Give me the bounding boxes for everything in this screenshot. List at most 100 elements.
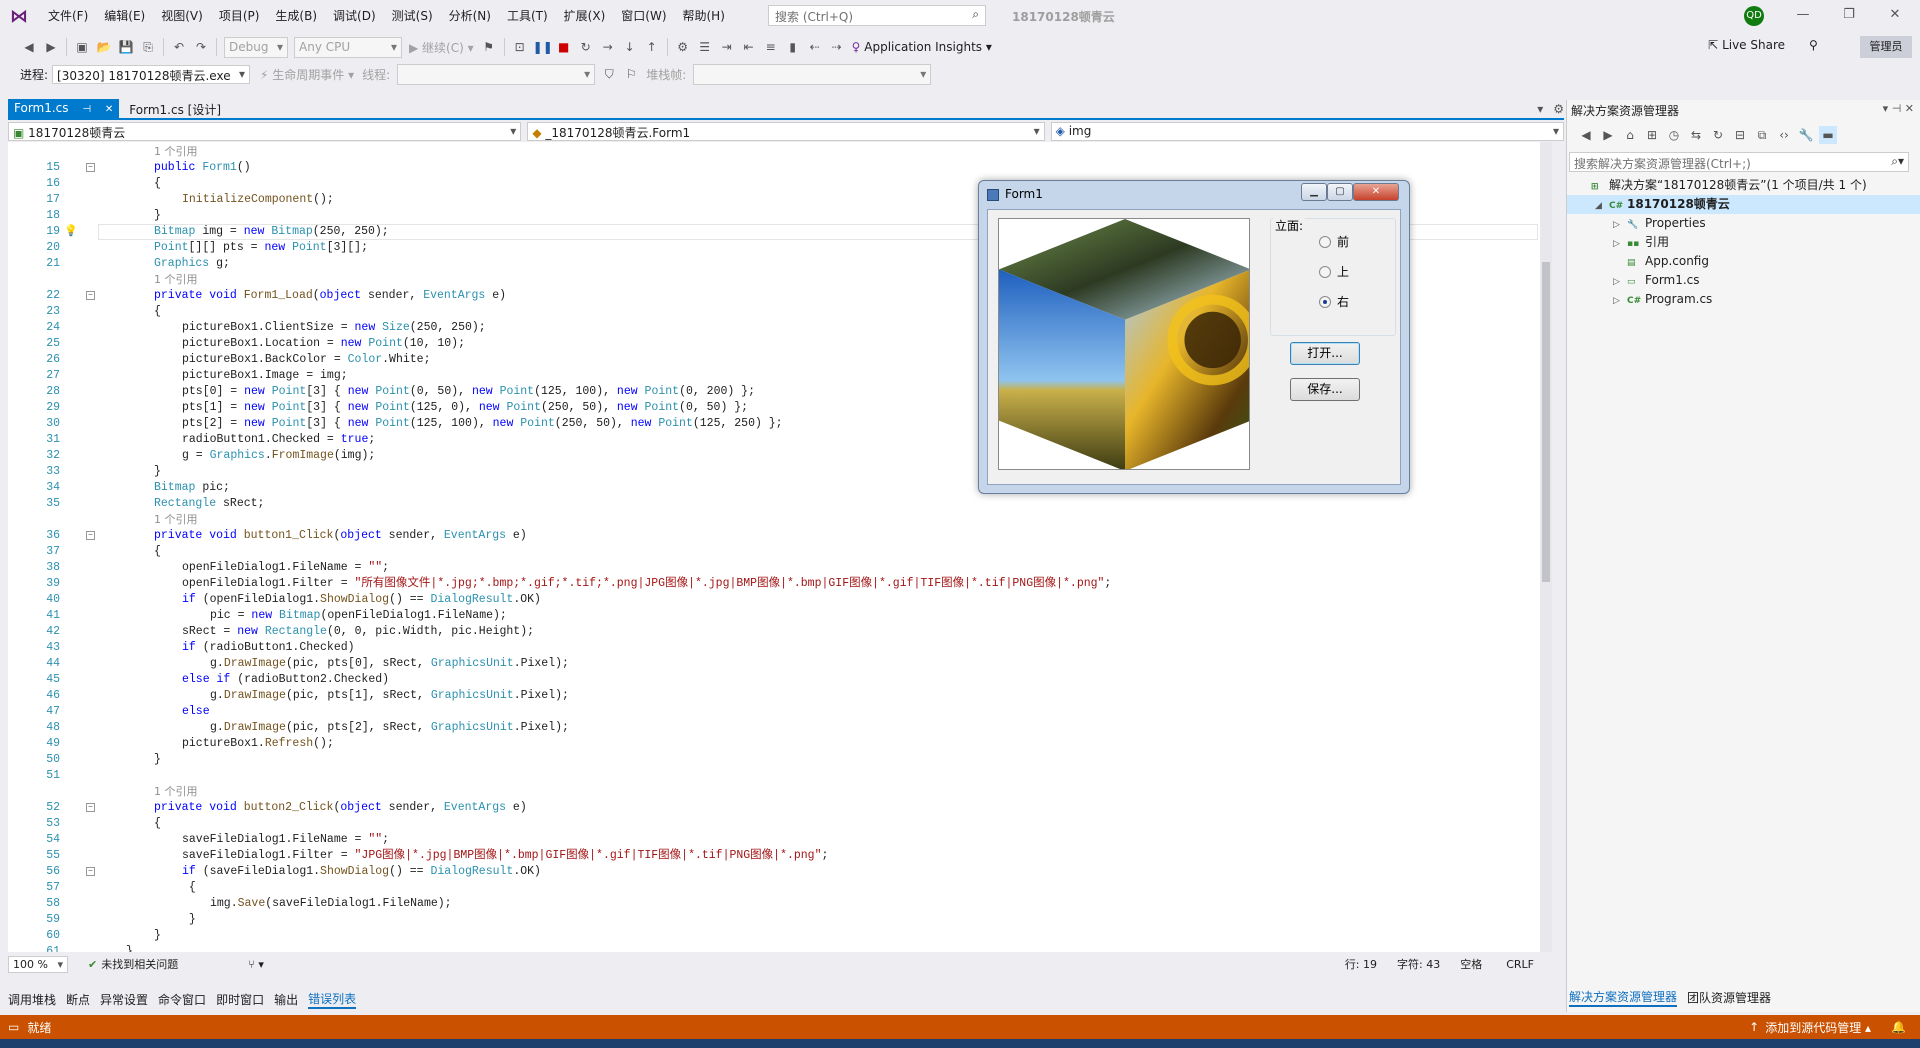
- back-icon[interactable]: ◀: [20, 38, 38, 56]
- tab-form1-designer[interactable]: Form1.cs [设计]: [123, 99, 227, 119]
- tool-tab-3[interactable]: 命令窗口: [158, 991, 206, 1008]
- preview-icon[interactable]: ▬: [1819, 126, 1837, 144]
- tree-node[interactable]: ▷ C# Program.cs: [1567, 290, 1920, 309]
- collapse-region-icon[interactable]: −: [86, 291, 95, 300]
- stack-frame-select[interactable]: [693, 63, 932, 85]
- menu-item-5[interactable]: 调试(D): [325, 0, 384, 32]
- tab-team-explorer[interactable]: 团队资源管理器: [1687, 989, 1771, 1006]
- outdent-icon[interactable]: ⇤: [740, 38, 758, 56]
- issues-status[interactable]: 未找到相关问题: [101, 956, 178, 972]
- radio-front[interactable]: 前: [1319, 233, 1349, 250]
- application-insights-button[interactable]: ♀ Application Insights ▾: [852, 40, 992, 54]
- radio-right[interactable]: 右: [1319, 293, 1349, 310]
- pending-changes-icon[interactable]: ◷: [1665, 126, 1683, 144]
- restart-icon[interactable]: ↻: [577, 38, 595, 56]
- git-branch-icon[interactable]: ⑂ ▾: [248, 958, 264, 971]
- new-project-icon[interactable]: ▣: [73, 38, 91, 56]
- tree-node[interactable]: ▷ ▭ Form1.cs: [1567, 271, 1920, 290]
- attach-icon[interactable]: ⚑: [480, 38, 498, 56]
- step-over-icon[interactable]: →: [599, 38, 617, 56]
- search-input[interactable]: 搜索 (Ctrl+Q) ⌕: [768, 5, 986, 26]
- pause-icon[interactable]: ❚❚: [533, 38, 553, 56]
- tab-list-icon[interactable]: ▾: [1537, 102, 1543, 116]
- pin-icon[interactable]: ⊣: [82, 104, 91, 115]
- process-select[interactable]: [30320] 18170128顿青云.exe: [52, 64, 251, 84]
- avatar[interactable]: QD: [1744, 6, 1764, 26]
- save-icon[interactable]: 💾: [117, 38, 135, 56]
- tab-solution-explorer[interactable]: 解决方案资源管理器: [1569, 988, 1678, 1007]
- bookmark-next-icon[interactable]: ⇢: [828, 38, 846, 56]
- sync-icon[interactable]: ⇆: [1687, 126, 1705, 144]
- menu-item-1[interactable]: 编辑(E): [96, 0, 153, 32]
- form1-maximize-button[interactable]: ▢: [1327, 183, 1353, 201]
- minimize-button[interactable]: —: [1780, 0, 1826, 32]
- class-dropdown[interactable]: ◆ _18170128顿青云.Form1: [527, 121, 1045, 141]
- forward-icon[interactable]: ▶: [1599, 126, 1617, 144]
- feedback-icon[interactable]: ⚲: [1809, 38, 1818, 52]
- lifecycle-events-button[interactable]: ⚡ 生命周期事件 ▾: [260, 66, 354, 83]
- flag-thread-icon[interactable]: ⚐: [622, 65, 640, 83]
- refresh-icon[interactable]: ↻: [1709, 126, 1727, 144]
- tree-node[interactable]: ▷ ▪▪ 引用: [1567, 233, 1920, 252]
- solution-search-input[interactable]: 搜索解决方案资源管理器(Ctrl+;) ⌕▾: [1569, 152, 1909, 172]
- panel-menu-icon[interactable]: ▾ ⊣ ✕: [1883, 102, 1914, 115]
- menu-item-4[interactable]: 生成(B): [267, 0, 325, 32]
- vertical-scrollbar[interactable]: [1540, 142, 1552, 952]
- scrollbar-thumb[interactable]: [1542, 262, 1550, 582]
- reference-count-link[interactable]: 1 个引用: [154, 784, 198, 800]
- zoom-select[interactable]: 100 %: [8, 955, 68, 973]
- show-all-files-icon[interactable]: ⧉: [1753, 126, 1771, 144]
- home-icon[interactable]: ⌂: [1621, 126, 1639, 144]
- menu-item-0[interactable]: 文件(F): [40, 0, 96, 32]
- notifications-icon[interactable]: 🔔: [1891, 1020, 1906, 1034]
- expander-icon[interactable]: ▷: [1613, 292, 1627, 311]
- menu-item-10[interactable]: 窗口(W): [613, 0, 674, 32]
- solution-configuration-select[interactable]: Debug: [224, 36, 288, 58]
- tool-tab-4[interactable]: 即时窗口: [216, 991, 264, 1008]
- collapse-all-icon[interactable]: ⊟: [1731, 126, 1749, 144]
- menu-item-7[interactable]: 分析(N): [441, 0, 499, 32]
- reference-count-link[interactable]: 1 个引用: [154, 272, 198, 288]
- tree-node[interactable]: ⊞ 解决方案“18170128顿青云”(1 个项目/共 1 个): [1567, 176, 1920, 195]
- collapse-region-icon[interactable]: −: [86, 531, 95, 540]
- redo-icon[interactable]: ↷: [192, 38, 210, 56]
- editor-settings-icon[interactable]: ⚙: [1553, 102, 1564, 116]
- menu-item-3[interactable]: 项目(P): [211, 0, 268, 32]
- hex-icon[interactable]: ⚙: [674, 38, 692, 56]
- format-icon[interactable]: ☰: [696, 38, 714, 56]
- view-code-icon[interactable]: ‹›: [1775, 126, 1793, 144]
- switch-views-icon[interactable]: ⊞: [1643, 126, 1661, 144]
- project-dropdown[interactable]: ▣ 18170128顿青云: [8, 121, 522, 141]
- form1-close-button[interactable]: ✕: [1353, 183, 1399, 201]
- close-tab-icon[interactable]: ✕: [105, 104, 113, 115]
- tree-node[interactable]: ▤ App.config: [1567, 252, 1920, 271]
- tool-tab-0[interactable]: 调用堆栈: [8, 991, 56, 1008]
- filter-icon[interactable]: ⛉: [600, 65, 618, 83]
- tab-form1-cs[interactable]: Form1.cs ⊣ ✕: [8, 99, 120, 119]
- menu-item-9[interactable]: 扩展(X): [556, 0, 614, 32]
- close-button[interactable]: ✕: [1872, 0, 1918, 32]
- screenshot-icon[interactable]: ⊡: [511, 38, 529, 56]
- lightbulb-icon[interactable]: 💡: [64, 224, 78, 240]
- undo-icon[interactable]: ↶: [170, 38, 188, 56]
- open-file-icon[interactable]: 📂: [95, 38, 113, 56]
- indent-icon[interactable]: ⇥: [718, 38, 736, 56]
- tree-node[interactable]: ◢ C# 18170128顿青云: [1567, 195, 1920, 214]
- bookmark-prev-icon[interactable]: ⇠: [806, 38, 824, 56]
- back-icon[interactable]: ◀: [1577, 126, 1595, 144]
- tool-tab-6[interactable]: 错误列表: [308, 990, 357, 1009]
- tool-tab-5[interactable]: 输出: [274, 991, 298, 1008]
- menu-item-11[interactable]: 帮助(H): [675, 0, 733, 32]
- menu-item-2[interactable]: 视图(V): [153, 0, 211, 32]
- tool-tab-1[interactable]: 断点: [66, 991, 90, 1008]
- comment-icon[interactable]: ≡: [762, 38, 780, 56]
- radio-top[interactable]: 上: [1319, 263, 1349, 280]
- reference-count-link[interactable]: 1 个引用: [154, 512, 198, 528]
- bookmark-icon[interactable]: ▮: [784, 38, 802, 56]
- live-share-button[interactable]: ⇱ Live Share ⚲: [1708, 38, 1818, 52]
- tool-tab-2[interactable]: 异常设置: [100, 991, 148, 1008]
- collapse-region-icon[interactable]: −: [86, 867, 95, 876]
- properties-icon[interactable]: 🔧: [1797, 126, 1815, 144]
- solution-platform-select[interactable]: Any CPU: [294, 36, 402, 58]
- open-button[interactable]: 打开...: [1290, 342, 1360, 365]
